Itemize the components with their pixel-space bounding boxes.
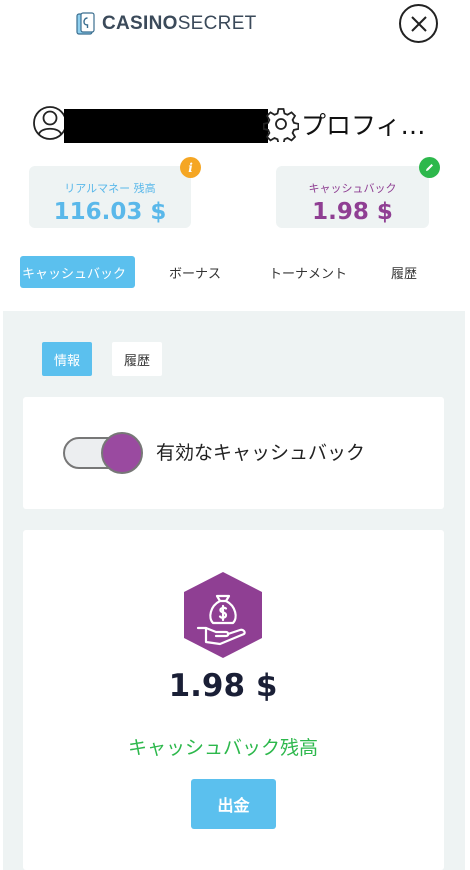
tab-bonus[interactable]: ボーナス xyxy=(160,256,230,288)
profile-settings-label: プロフィ… xyxy=(301,111,426,140)
withdraw-button[interactable]: 出金 xyxy=(191,779,276,829)
subtab-info[interactable]: 情報 xyxy=(42,342,92,376)
logo-text: CASINOSECRET xyxy=(102,13,257,35)
logo-text-bold: CASINO xyxy=(102,13,178,34)
user-outline-icon[interactable] xyxy=(32,103,68,143)
real-money-value: 116.03 $ xyxy=(53,199,167,225)
toggle-knob xyxy=(101,432,143,474)
info-icon[interactable]: i xyxy=(180,157,201,178)
edit-pencil-icon[interactable] xyxy=(419,157,440,178)
profile-row: プロフィ… xyxy=(30,101,450,147)
account-tabs: キャッシュバック ボーナス トーナメント 履歴 xyxy=(0,252,470,292)
tab-history[interactable]: 履歴 xyxy=(384,256,424,288)
close-button[interactable] xyxy=(399,4,438,43)
cashback-value: 1.98 $ xyxy=(312,199,393,225)
money-bag-hand-icon xyxy=(184,572,262,658)
casino-card-icon xyxy=(76,12,95,35)
tab-cashback[interactable]: キャッシュバック xyxy=(20,256,135,288)
cashback-toggle-label: 有効なキャッシュバック xyxy=(156,442,366,464)
profile-settings-link[interactable]: プロフィ… xyxy=(263,105,426,143)
casino-secret-logo[interactable]: CASINOSECRET xyxy=(76,10,257,38)
real-money-balance-card: リアルマネー 残高 116.03 $ xyxy=(29,166,191,228)
cashback-toggle[interactable] xyxy=(63,432,143,474)
header: CASINOSECRET xyxy=(0,0,470,50)
username-redacted xyxy=(64,109,268,143)
tab-tournament[interactable]: トーナメント xyxy=(258,256,358,288)
gear-icon xyxy=(263,108,299,142)
cashback-label: キャッシュバック xyxy=(308,182,397,195)
cashback-amount: 1.98 $ xyxy=(168,668,278,704)
cashback-balance-label: キャッシュバック残高 xyxy=(127,737,318,759)
cashback-balance-card: キャッシュバック 1.98 $ xyxy=(276,166,429,228)
subtab-history[interactable]: 履歴 xyxy=(112,342,162,376)
logo-text-light: SECRET xyxy=(177,13,257,34)
real-money-label: リアルマネー 残高 xyxy=(64,182,156,195)
close-icon xyxy=(410,15,427,32)
